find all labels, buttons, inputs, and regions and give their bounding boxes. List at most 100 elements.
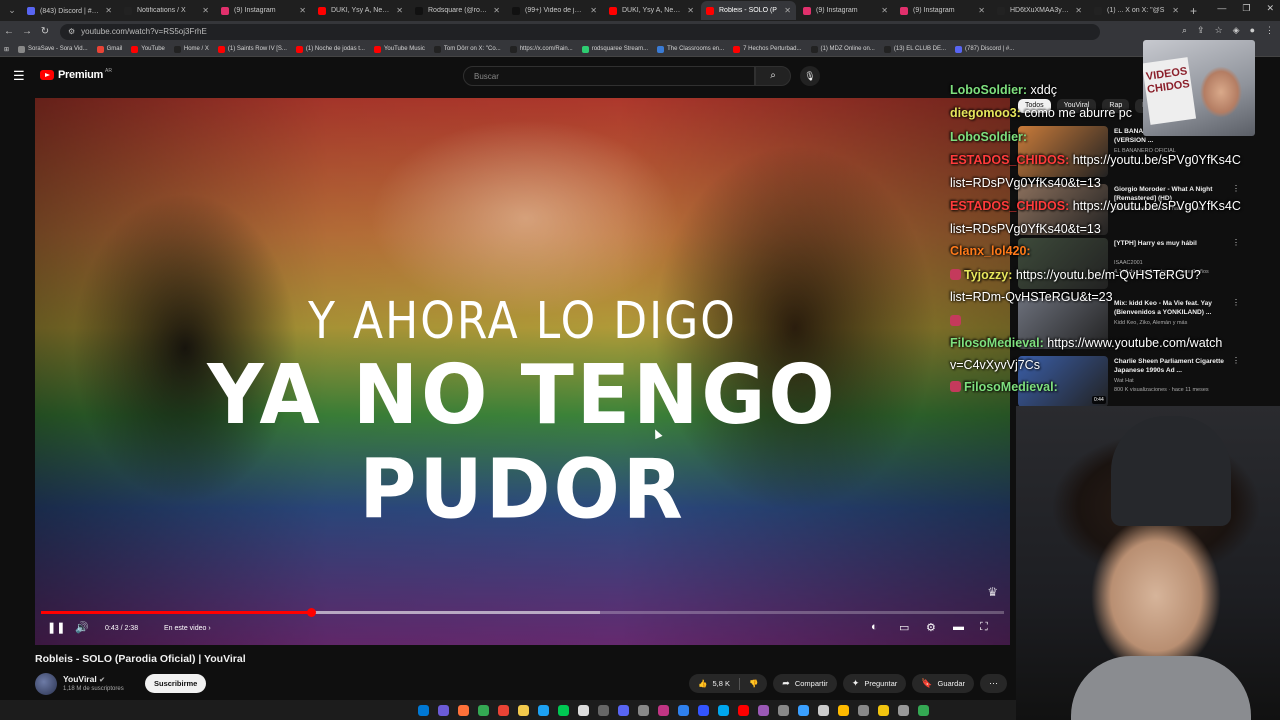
taskbar-app-icon[interactable] — [757, 704, 769, 716]
tab-close-icon[interactable]: ✕ — [784, 6, 791, 15]
back-icon[interactable]: ← — [0, 26, 18, 37]
tab-close-icon[interactable]: ✕ — [105, 6, 112, 15]
volume-icon[interactable]: 🔊 — [75, 621, 89, 634]
tab-close-icon[interactable]: ✕ — [590, 6, 597, 15]
taskbar-app-icon[interactable] — [477, 704, 489, 716]
more-vertical-icon[interactable]: ⋮ — [1232, 298, 1240, 307]
url-field[interactable]: ⚙ youtube.com/watch?v=RS5oj3FrhE — [60, 23, 1100, 40]
search-icon[interactable]: ⌕ — [755, 66, 791, 86]
taskbar-app-icon[interactable] — [917, 704, 929, 716]
profile-icon[interactable]: ● — [1250, 25, 1255, 36]
bookmark-item[interactable]: rodsquaree Stream... — [581, 45, 648, 53]
bookmark-item[interactable]: https://x.com/Rain... — [509, 45, 573, 53]
close-window-icon[interactable]: ✕ — [1266, 3, 1274, 14]
more-vertical-icon[interactable]: ⋮ — [1232, 356, 1240, 365]
channel-name[interactable]: YouViral ✔ — [63, 674, 105, 684]
taskbar-app-icon[interactable] — [797, 704, 809, 716]
apps-grid-icon[interactable]: ⊞ — [4, 46, 9, 53]
taskbar-app-icon[interactable] — [857, 704, 869, 716]
reload-icon[interactable]: ↻ — [36, 26, 54, 37]
bookmark-item[interactable]: The Classrooms en... — [657, 45, 724, 53]
share-button[interactable]: ➦ Compartir — [773, 674, 837, 693]
bookmark-item[interactable]: YouTube — [131, 45, 165, 53]
browser-menu-icon[interactable]: ⋮ — [1265, 25, 1274, 36]
browser-tab[interactable]: DUKI, Ysy A, Neo Pist ✕ — [604, 1, 699, 20]
more-vertical-icon[interactable]: ⋮ — [1232, 238, 1240, 247]
taskbar-app-icon[interactable] — [817, 704, 829, 716]
browser-tab[interactable]: (1) ... X on X: "@S ✕ — [1089, 1, 1184, 20]
ask-button[interactable]: ✦ Preguntar — [842, 674, 907, 693]
channel-avatar[interactable] — [35, 673, 57, 695]
taskbar-app-icon[interactable] — [417, 704, 429, 716]
taskbar-app-icon[interactable] — [777, 704, 789, 716]
recommendation-item[interactable]: [YTPH] Harry es muy hábil ISAAC2001 4,1 M … — [1018, 238, 1248, 292]
save-button[interactable]: 🔖 Guardar — [912, 674, 974, 693]
dislike-button[interactable]: 👎 — [740, 679, 767, 688]
browser-tab[interactable]: Robleis - SOLO (P ✕ — [701, 1, 796, 20]
taskbar-app-icon[interactable] — [717, 704, 729, 716]
taskbar-app-icon[interactable] — [437, 704, 449, 716]
minimize-icon[interactable]: — — [1217, 3, 1226, 14]
zoom-icon[interactable]: ⌕ — [1182, 25, 1187, 36]
tab-close-icon[interactable]: ✕ — [1172, 6, 1179, 15]
taskbar-app-icon[interactable] — [537, 704, 549, 716]
share-icon[interactable]: ⇪ — [1197, 25, 1205, 36]
taskbar-app-icon[interactable] — [677, 704, 689, 716]
browser-tab[interactable]: (9) Instagram ✕ — [798, 1, 893, 20]
taskbar-app-icon[interactable] — [517, 704, 529, 716]
browser-tab[interactable]: Notifications / X ✕ — [119, 1, 214, 20]
bookmark-star-icon[interactable]: ☆ — [1215, 25, 1223, 36]
bookmark-item[interactable]: Home / X — [173, 45, 209, 53]
taskbar-app-icon[interactable] — [497, 704, 509, 716]
pause-icon[interactable]: ❚❚ — [47, 621, 65, 634]
taskbar-app-icon[interactable] — [637, 704, 649, 716]
microphone-icon[interactable]: 🎙 — [800, 66, 820, 86]
bookmark-item[interactable]: Tom Dörr on X: "Co... — [433, 45, 501, 53]
search-input[interactable]: Buscar — [463, 66, 755, 86]
tab-search-icon[interactable]: ⌄ — [4, 5, 20, 16]
new-tab-icon[interactable]: + — [1190, 4, 1197, 18]
menu-icon[interactable]: ☰ — [13, 68, 25, 84]
more-actions-button[interactable]: ⋯ — [980, 674, 1007, 693]
browser-tab[interactable]: HD6tXuXMAA3yqH ✕ — [992, 1, 1087, 20]
fullscreen-icon[interactable]: ⛶ — [980, 621, 988, 634]
settings-gear-icon[interactable]: ⚙ — [926, 621, 936, 634]
taskbar-app-icon[interactable] — [897, 704, 909, 716]
tab-close-icon[interactable]: ✕ — [202, 6, 209, 15]
tab-close-icon[interactable]: ✕ — [396, 6, 403, 15]
bookmark-item[interactable]: (1) Saints Row IV [S... — [217, 45, 287, 53]
taskbar-app-icon[interactable] — [877, 704, 889, 716]
tab-close-icon[interactable]: ✕ — [978, 6, 985, 15]
browser-tab[interactable]: (9) Instagram ✕ — [895, 1, 990, 20]
tab-close-icon[interactable]: ✕ — [493, 6, 500, 15]
channel-watermark-icon[interactable]: ♛ — [987, 585, 998, 599]
site-info-icon[interactable]: ⚙ — [68, 27, 75, 36]
progress-scrubber[interactable] — [306, 608, 316, 617]
taskbar-app-icon[interactable] — [697, 704, 709, 716]
bookmark-item[interactable]: (787) Discord | #... — [955, 45, 1014, 53]
video-player[interactable]: Y AHORA LO DIGO YA NO TENGO PUDOR ♛ ❚❚ 🔊… — [35, 98, 1010, 645]
subtitles-icon[interactable]: ▭ — [899, 621, 909, 634]
autoplay-toggle-icon[interactable]: ◐ — [871, 621, 878, 633]
tab-close-icon[interactable]: ✕ — [299, 6, 306, 15]
tab-close-icon[interactable]: ✕ — [881, 6, 888, 15]
forward-icon[interactable]: → — [18, 26, 36, 37]
bookmark-item[interactable]: (1) Noche de jodas t... — [295, 45, 365, 53]
recommendation-thumbnail[interactable] — [1018, 126, 1108, 177]
bookmark-item[interactable]: 7 Hechos Perturbad... — [733, 45, 802, 53]
more-vertical-icon[interactable]: ⋮ — [1232, 184, 1240, 193]
browser-tab[interactable]: (99+) Video de jonefe ✕ — [507, 1, 602, 20]
maximize-icon[interactable]: ❐ — [1242, 3, 1250, 14]
chapter-button[interactable]: En este video › — [164, 625, 211, 632]
taskbar-app-icon[interactable] — [597, 704, 609, 716]
taskbar-app-icon[interactable] — [617, 704, 629, 716]
progress-bar[interactable] — [41, 608, 1004, 617]
bookmark-item[interactable]: (1) MDZ Online on... — [810, 45, 875, 53]
extensions-icon[interactable]: ◈ — [1233, 25, 1240, 36]
youtube-logo[interactable]: Premium AR — [40, 68, 112, 81]
bookmark-item[interactable]: (13) EL CLUB DE... — [883, 45, 946, 53]
taskbar-app-icon[interactable] — [837, 704, 849, 716]
bookmark-item[interactable]: YouTube Music — [373, 45, 425, 53]
browser-tab[interactable]: DUKI, Ysy A, Neo Pist ✕ — [313, 1, 408, 20]
taskbar-app-icon[interactable] — [657, 704, 669, 716]
